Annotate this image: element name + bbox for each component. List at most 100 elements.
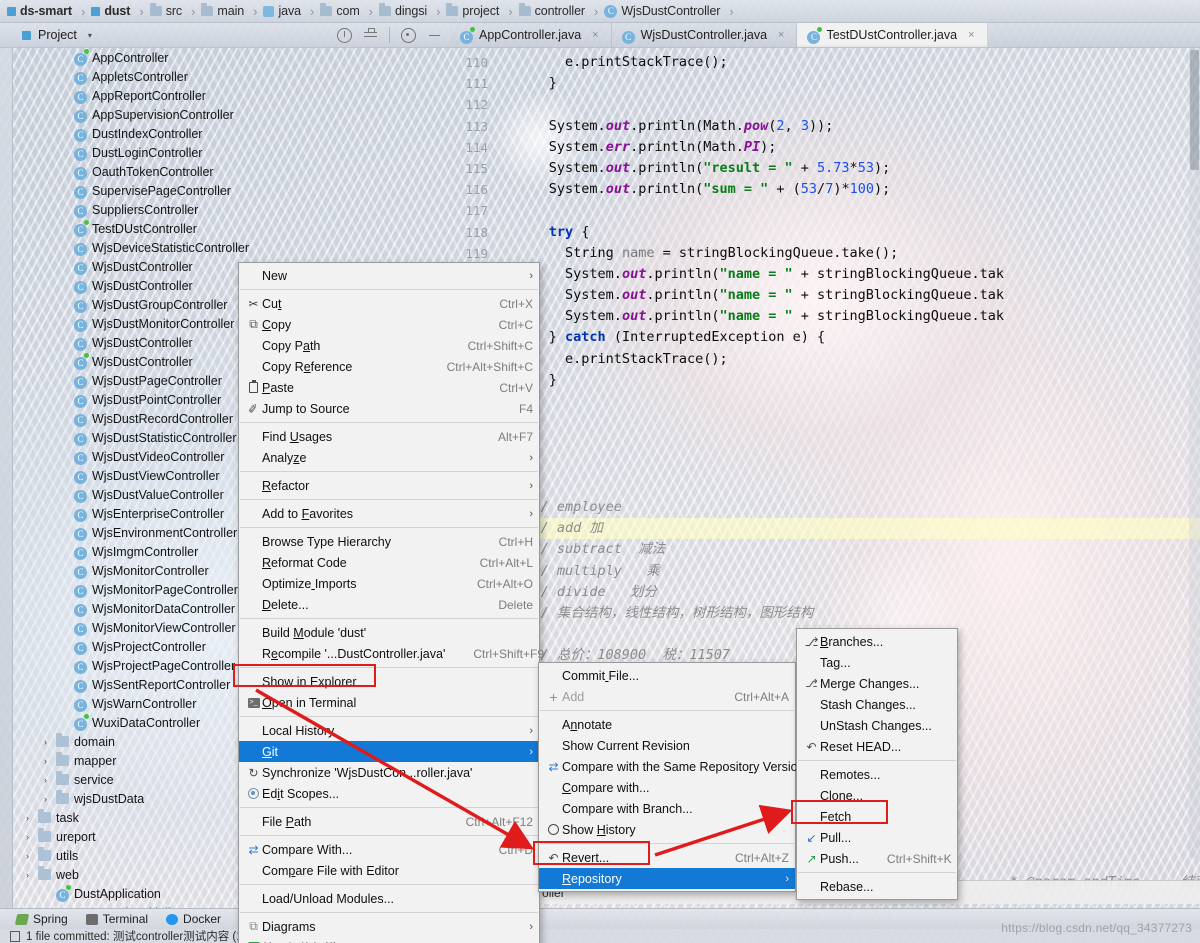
ctx-cut[interactable]: ✂CutCtrl+X <box>239 293 539 314</box>
repo-tag[interactable]: Tag... <box>797 652 957 673</box>
breadcrumb-item-project[interactable]: project› <box>445 4 517 19</box>
close-icon[interactable]: × <box>968 29 974 41</box>
ctx-browse-type-hierarchy[interactable]: Browse Type HierarchyCtrl+H <box>239 531 539 552</box>
ctx-jump-to-source[interactable]: ✐Jump to SourceF4 <box>239 398 539 419</box>
git-add[interactable]: +AddCtrl+Alt+A <box>539 686 795 707</box>
scrollbar-thumb[interactable] <box>1190 50 1199 170</box>
expand-all-icon[interactable] <box>363 28 378 43</box>
breadcrumb-item-src[interactable]: src› <box>149 4 201 19</box>
ctx-optimize-imports[interactable]: Optimize ImportsCtrl+Alt+O <box>239 573 539 594</box>
ctx-new[interactable]: New› <box>239 265 539 286</box>
breadcrumb-item-main[interactable]: main› <box>200 4 262 19</box>
ctx-show-in-explorer[interactable]: Show in Explorer <box>239 671 539 692</box>
ctx-find-usages[interactable]: Find UsagesAlt+F7 <box>239 426 539 447</box>
repo-pull[interactable]: ↙Pull... <box>797 827 957 848</box>
ctx-diagrams[interactable]: ⧉Diagrams› <box>239 916 539 937</box>
ctx-copy[interactable]: ⧉CopyCtrl+C <box>239 314 539 335</box>
chevron-down-icon[interactable]: ▾ <box>88 31 92 40</box>
tree-row[interactable]: CWjsDeviceStatisticController <box>0 238 450 257</box>
git-repository[interactable]: Repository› <box>539 868 795 889</box>
bottom-tool-spring[interactable]: Spring <box>16 912 68 926</box>
editor-tab-AppController[interactable]: CAppController.java× <box>450 23 612 47</box>
repo-fetch[interactable]: Fetch <box>797 806 957 827</box>
close-icon[interactable]: × <box>778 29 784 41</box>
git-compare-with[interactable]: Compare with... <box>539 777 795 798</box>
editor-scrollbar[interactable] <box>1189 48 1200 858</box>
ctx-file-path[interactable]: File PathCtrl+Alt+F12 <box>239 811 539 832</box>
ctx-paste[interactable]: PasteCtrl+V <box>239 377 539 398</box>
repo-push[interactable]: ↗Push...Ctrl+Shift+K <box>797 848 957 869</box>
chevron-right-icon[interactable]: › <box>22 832 33 842</box>
tree-row[interactable]: CAppletsController <box>0 67 450 86</box>
chevron-right-icon[interactable]: › <box>40 756 51 766</box>
tree-row[interactable]: CDustLoginController <box>0 143 450 162</box>
tree-row[interactable]: CAppReportController <box>0 86 450 105</box>
ctx-synchronize-wjsdustcon-roller-java[interactable]: ↻Synchronize 'WjsDustCon...roller.java' <box>239 762 539 783</box>
git-submenu[interactable]: Commit File...+AddCtrl+Alt+AAnnotateShow… <box>538 662 796 892</box>
repo-merge-changes[interactable]: ⎇Merge Changes... <box>797 673 957 694</box>
git-compare-with-branch[interactable]: Compare with Branch... <box>539 798 795 819</box>
chevron-right-icon[interactable]: › <box>22 870 33 880</box>
editor-tab-TestDUstController[interactable]: CTestDUstController.java× <box>797 23 987 47</box>
chevron-right-icon[interactable]: › <box>22 851 33 861</box>
chevron-right-icon[interactable]: › <box>40 794 51 804</box>
breadcrumb-item-ds-smart[interactable]: ds-smart› <box>6 4 90 19</box>
ctx-add-to-favorites[interactable]: Add to Favorites› <box>239 503 539 524</box>
tree-row[interactable]: CSuppliersController <box>0 200 450 219</box>
ctx-analyze[interactable]: Analyze› <box>239 447 539 468</box>
repo-reset-head[interactable]: ↶Reset HEAD... <box>797 736 957 757</box>
git-commit-file[interactable]: Commit File... <box>539 665 795 686</box>
tree-row[interactable]: CAppSupervisionController <box>0 105 450 124</box>
tree-row[interactable]: CDustIndexController <box>0 124 450 143</box>
close-icon[interactable]: × <box>592 29 598 41</box>
tree-row[interactable]: CAppController <box>0 48 450 67</box>
repository-submenu[interactable]: ⎇Branches...Tag...⎇Merge Changes...Stash… <box>796 628 958 900</box>
code-content[interactable]: e.printStackTrace(); } System.out.printl… <box>500 52 1200 688</box>
git-compare-with-the-same-repository-version[interactable]: ⇄Compare with the Same Repository Versio… <box>539 756 795 777</box>
editor-tab-WjsDustController[interactable]: CWjsDustController.java× <box>612 23 798 47</box>
ctx-refactor[interactable]: Refactor› <box>239 475 539 496</box>
hide-panel-icon[interactable] <box>427 28 442 43</box>
repo-clone[interactable]: Clone... <box>797 785 957 806</box>
breadcrumb-item-dingsi[interactable]: dingsi› <box>378 4 445 19</box>
ctx-git[interactable]: Git› <box>239 741 539 762</box>
repo-stash-changes[interactable]: Stash Changes... <box>797 694 957 715</box>
ctx-compare-with[interactable]: ⇄Compare With...Ctrl+D <box>239 839 539 860</box>
context-menu[interactable]: New› ✂CutCtrl+X⧉CopyCtrl+CCopy PathCtrl+S… <box>238 262 540 943</box>
breadcrumb-item-java[interactable]: java› <box>262 4 319 19</box>
breadcrumb-item-wjsdustcontroller[interactable]: CWjsDustController› <box>603 4 738 19</box>
ctx-load-unload-modules[interactable]: Load/Unload Modules... <box>239 888 539 909</box>
repo-unstash-changes[interactable]: UnStash Changes... <box>797 715 957 736</box>
ctx-build-module-dust[interactable]: Build Module 'dust' <box>239 622 539 643</box>
repo-remotes[interactable]: Remotes... <box>797 764 957 785</box>
repo-rebase[interactable]: Rebase... <box>797 876 957 897</box>
ctx-compare-file-with-editor[interactable]: Compare File with Editor <box>239 860 539 881</box>
project-panel-title[interactable]: Project ▾ <box>0 28 92 42</box>
ctx-编码规约扫描[interactable]: 编码规约扫描Ctrl+Alt+Shift+J <box>239 937 539 943</box>
chevron-right-icon[interactable]: › <box>22 813 33 823</box>
breadcrumb-item-dust[interactable]: dust› <box>90 4 148 19</box>
git-revert[interactable]: ↶Revert...Ctrl+Alt+Z <box>539 847 795 868</box>
chevron-right-icon[interactable]: › <box>40 775 51 785</box>
chevron-right-icon[interactable]: › <box>40 737 51 747</box>
repo-branches[interactable]: ⎇Branches... <box>797 631 957 652</box>
ctx-copy-path[interactable]: Copy PathCtrl+Shift+C <box>239 335 539 356</box>
tree-row[interactable]: COauthTokenController <box>0 162 450 181</box>
bottom-tool-docker[interactable]: Docker <box>166 912 221 926</box>
ctx-delete[interactable]: Delete...Delete <box>239 594 539 615</box>
git-annotate[interactable]: Annotate <box>539 714 795 735</box>
ctx-edit-scopes[interactable]: Edit Scopes... <box>239 783 539 804</box>
ctx-local-history[interactable]: Local History› <box>239 720 539 741</box>
gear-icon[interactable] <box>401 28 416 43</box>
bottom-tool-terminal[interactable]: Terminal <box>86 912 148 926</box>
breadcrumb-item-controller[interactable]: controller› <box>518 4 604 19</box>
breadcrumb-item-com[interactable]: com› <box>319 4 378 19</box>
git-show-history[interactable]: Show History <box>539 819 795 840</box>
ctx-open-in-terminal[interactable]: >_Open in Terminal <box>239 692 539 713</box>
ctx-recompile-dustcontroller-java[interactable]: Recompile '...DustController.java'Ctrl+S… <box>239 643 539 664</box>
tree-row[interactable]: CTestDUstController <box>0 219 450 238</box>
git-show-current-revision[interactable]: Show Current Revision <box>539 735 795 756</box>
collapse-all-icon[interactable] <box>337 28 352 43</box>
ctx-copy-reference[interactable]: Copy ReferenceCtrl+Alt+Shift+C <box>239 356 539 377</box>
tree-row[interactable]: CSupervisePageController <box>0 181 450 200</box>
